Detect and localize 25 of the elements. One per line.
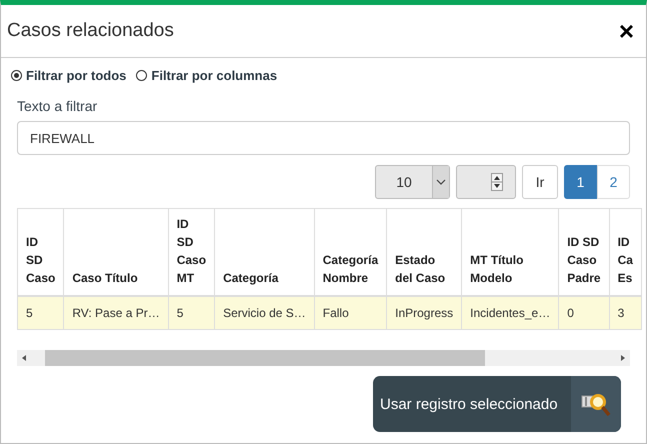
close-button[interactable]: × bbox=[614, 18, 638, 44]
go-button[interactable]: Ir bbox=[522, 165, 558, 199]
table-cell: Servicio de S… bbox=[214, 296, 314, 330]
table-cell: Incidentes_e… bbox=[462, 296, 559, 330]
table-cell: InProgress bbox=[386, 296, 462, 330]
dialog-title: Casos relacionados bbox=[7, 20, 174, 42]
magnifier-icon bbox=[581, 391, 611, 417]
filter-radio[interactable]: Filtrar por todos bbox=[11, 68, 126, 82]
spinner-icon[interactable] bbox=[491, 173, 503, 191]
page-size-select[interactable]: 10 bbox=[375, 165, 450, 199]
use-record-button[interactable]: Usar registro seleccionado bbox=[373, 376, 621, 432]
filter-label: Texto a filtrar bbox=[17, 98, 98, 114]
page-button[interactable]: 1 bbox=[564, 165, 597, 199]
table-cell: RV: Pase a Pr… bbox=[64, 296, 168, 330]
table-cell: 5 bbox=[18, 296, 64, 330]
table-cell: 5 bbox=[168, 296, 215, 330]
horizontal-scrollbar[interactable] bbox=[17, 350, 630, 366]
filter-field[interactable]: FIREWALL bbox=[17, 121, 630, 155]
chevron-down-icon[interactable] bbox=[432, 166, 449, 198]
page-number-field[interactable] bbox=[456, 165, 516, 199]
page-button[interactable]: 2 bbox=[597, 165, 630, 199]
table-cell: 3 bbox=[609, 296, 642, 330]
filter-radio[interactable]: Filtrar por columnas bbox=[136, 68, 278, 82]
table-cell: Fallo bbox=[314, 296, 387, 330]
table-cell: 0 bbox=[558, 296, 610, 330]
